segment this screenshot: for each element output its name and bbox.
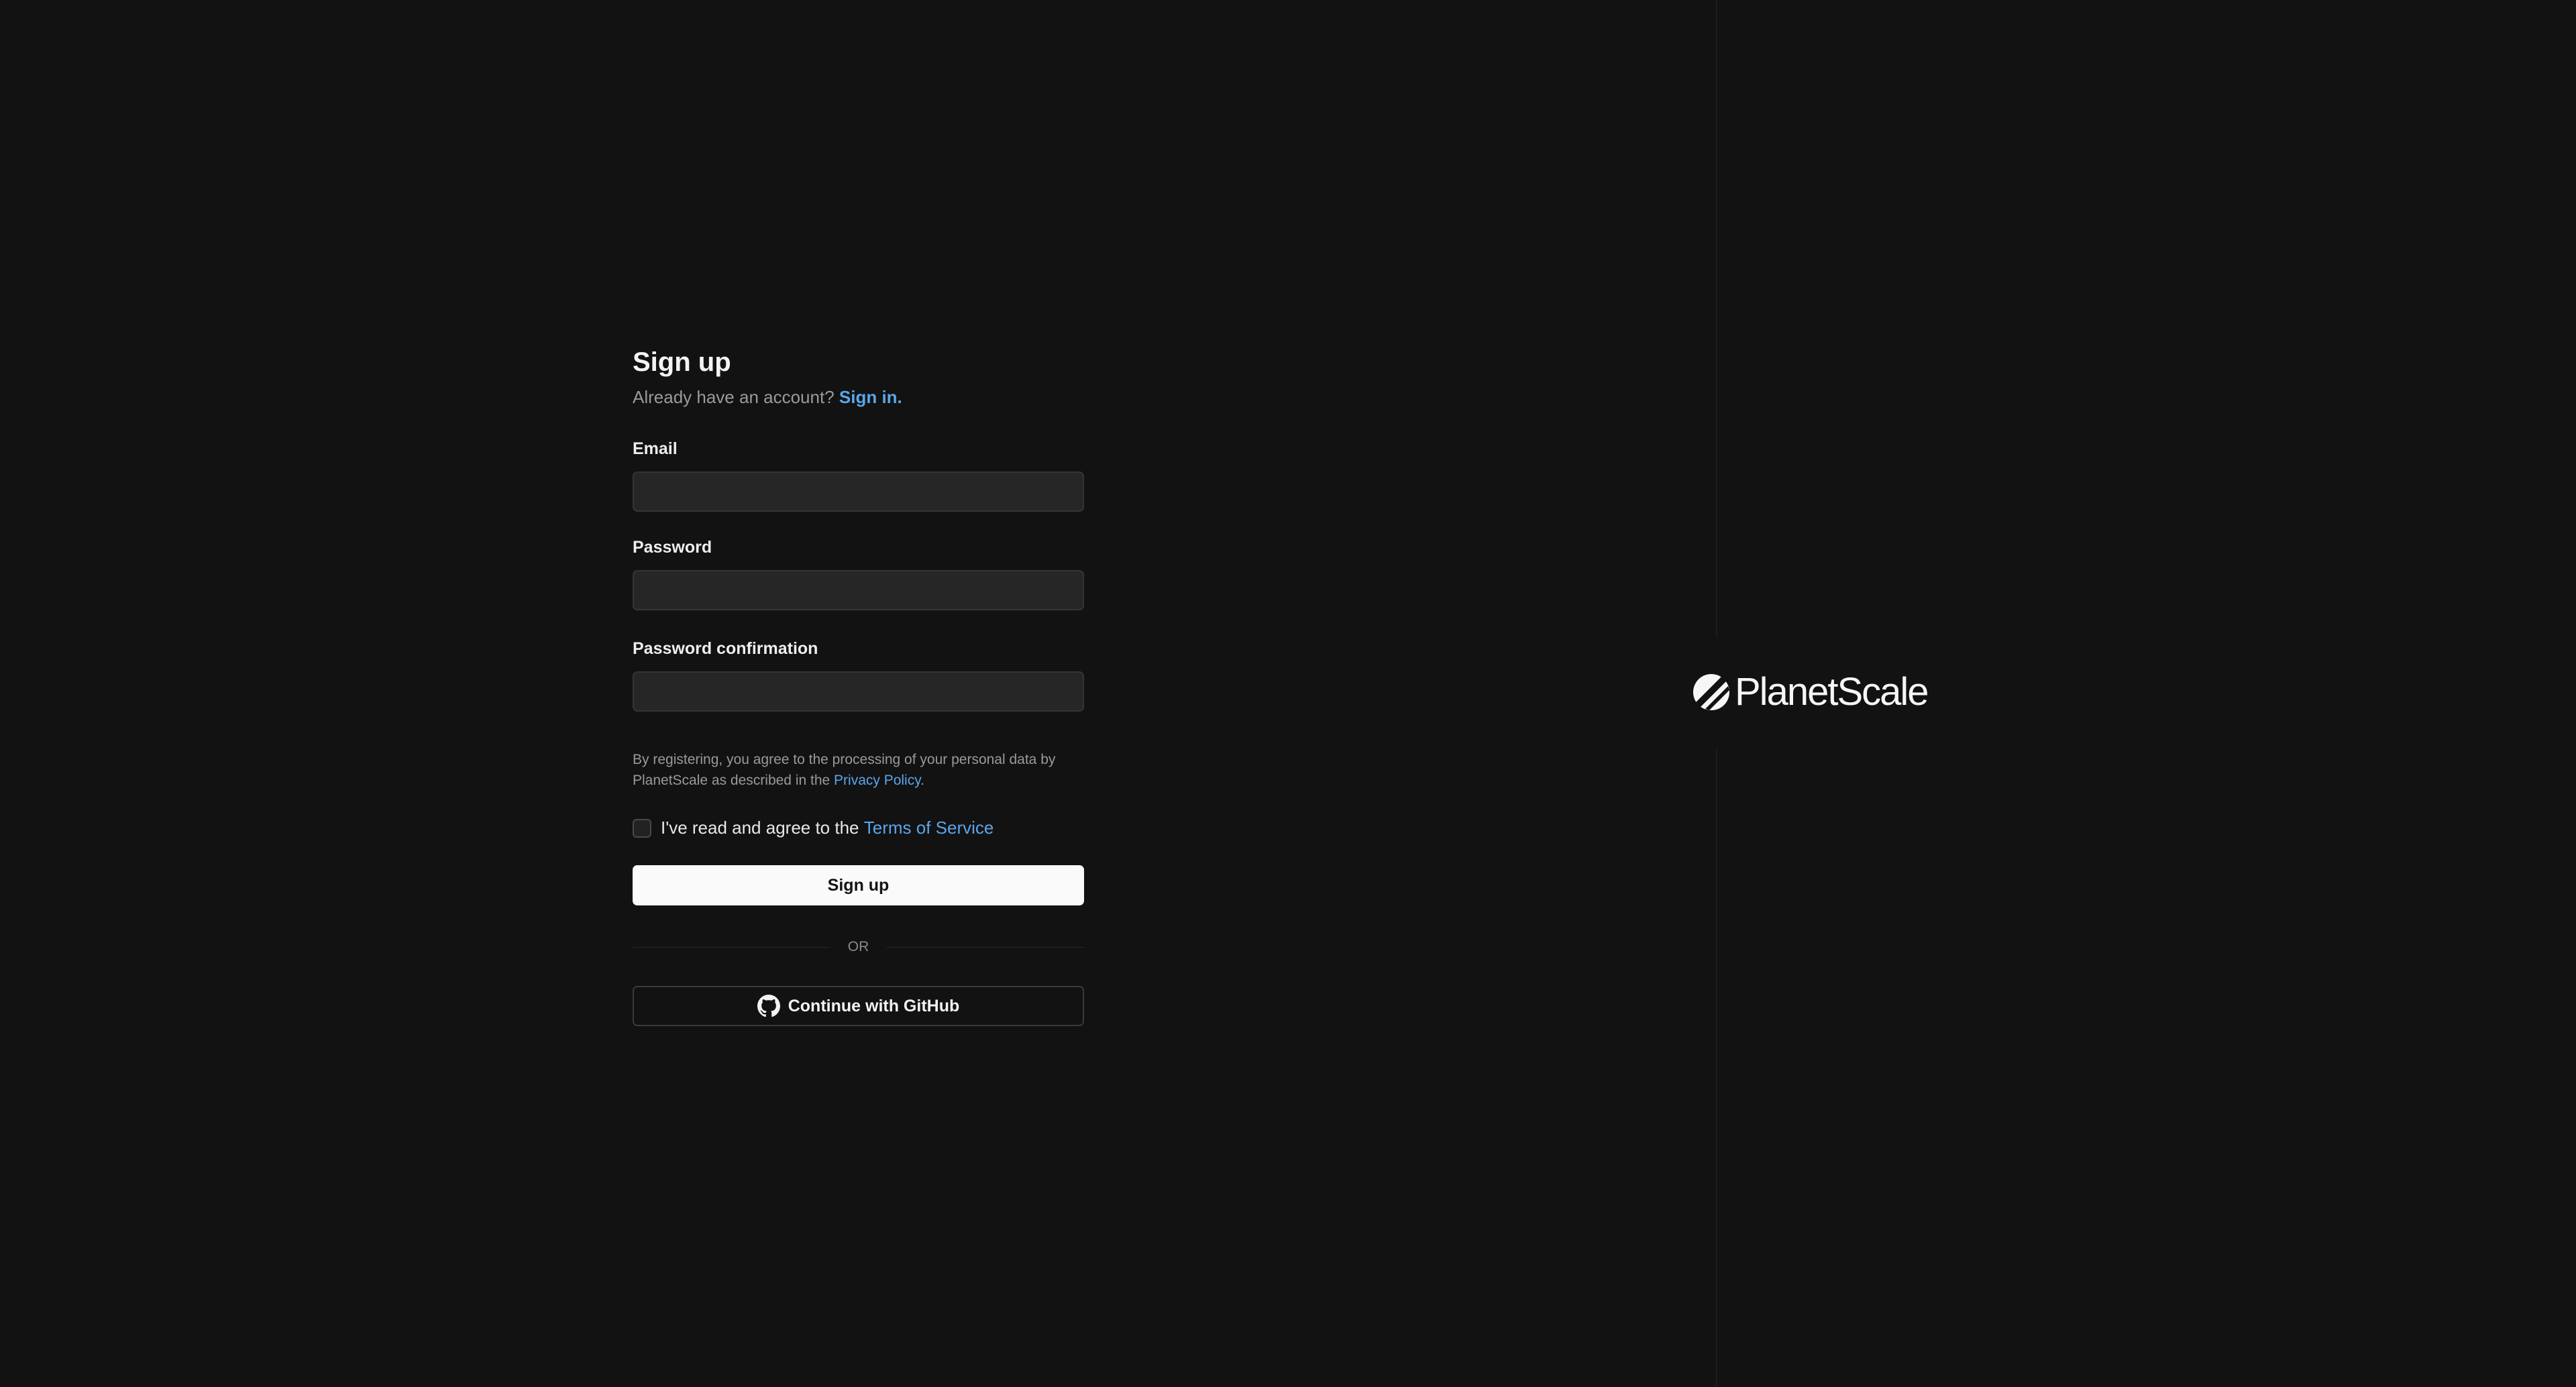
page-title: Sign up [633,347,731,377]
or-divider: OR [633,939,1084,955]
panel-divider-top [1716,0,1717,637]
signup-page: Sign up Already have an account? Sign in… [0,0,2576,1387]
email-label: Email [633,439,678,458]
terms-row: I've read and agree to the Terms of Serv… [633,818,1084,838]
github-signin-button[interactable]: Continue with GitHub [633,986,1084,1026]
brand-logo: PlanetScale [1692,670,1929,714]
signin-prompt: Already have an account? Sign in. [633,385,1084,409]
github-icon [757,995,780,1017]
divider-line-right [886,946,1084,948]
signup-button[interactable]: Sign up [633,865,1084,905]
password-label: Password [633,538,712,557]
privacy-consent-text: By registering, you agree to the process… [633,749,1084,791]
terms-checkbox[interactable] [633,818,651,838]
terms-text: I've read and agree to the [661,818,859,838]
panel-divider-bottom [1716,748,1717,1387]
privacy-policy-link[interactable]: Privacy Policy [834,773,920,788]
password-confirmation-input[interactable] [633,671,1084,712]
signup-form: Sign up Already have an account? Sign in… [633,342,1084,1026]
signin-link[interactable]: Sign in. [839,387,902,407]
planetscale-logo-icon [1693,674,1729,710]
password-confirmation-label: Password confirmation [633,639,818,658]
brand-name: PlanetScale [1735,670,1929,714]
divider-or-label: OR [847,939,869,954]
email-input[interactable] [633,471,1084,512]
password-input[interactable] [633,570,1084,610]
signin-prompt-text: Already have an account? [633,387,835,407]
divider-line-left [633,946,830,948]
consent-period: . [920,773,925,788]
terms-of-service-link[interactable]: Terms of Service [864,818,994,838]
github-button-label: Continue with GitHub [788,996,960,1015]
